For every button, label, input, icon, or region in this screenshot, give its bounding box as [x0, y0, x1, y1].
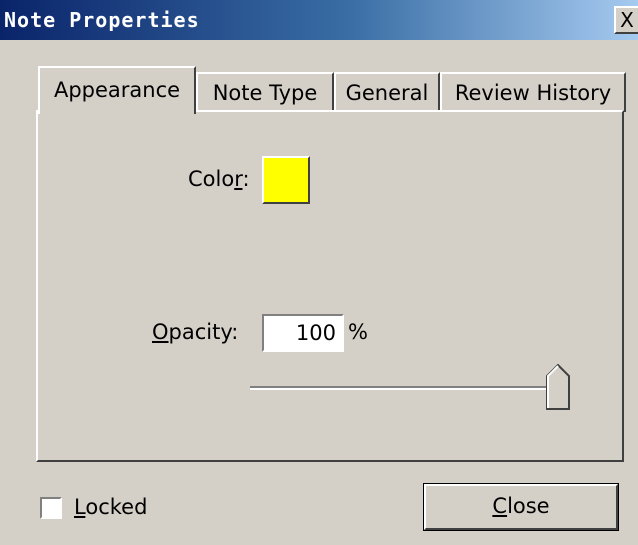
- color-swatch-button[interactable]: [262, 156, 310, 204]
- locked-checkbox[interactable]: [40, 497, 62, 519]
- close-button[interactable]: Close: [423, 483, 619, 531]
- opacity-slider-track[interactable]: [250, 386, 566, 390]
- window-title: Note Properties: [4, 8, 200, 32]
- tab-general[interactable]: General: [334, 72, 440, 112]
- tab-panel-appearance: [36, 110, 624, 462]
- opacity-input[interactable]: 100: [262, 314, 344, 352]
- opacity-unit: %: [348, 320, 368, 344]
- title-bar: Note Properties: [0, 0, 638, 40]
- color-label: Color:: [188, 167, 250, 191]
- window-close-button[interactable]: X: [614, 6, 638, 34]
- tab-appearance[interactable]: Appearance: [38, 66, 196, 114]
- opacity-slider-thumb[interactable]: [546, 364, 570, 410]
- locked-label[interactable]: Locked: [74, 495, 147, 519]
- opacity-label: Opacity:: [152, 320, 239, 344]
- tab-note-type[interactable]: Note Type: [196, 72, 334, 112]
- tab-review-history[interactable]: Review History: [440, 72, 626, 112]
